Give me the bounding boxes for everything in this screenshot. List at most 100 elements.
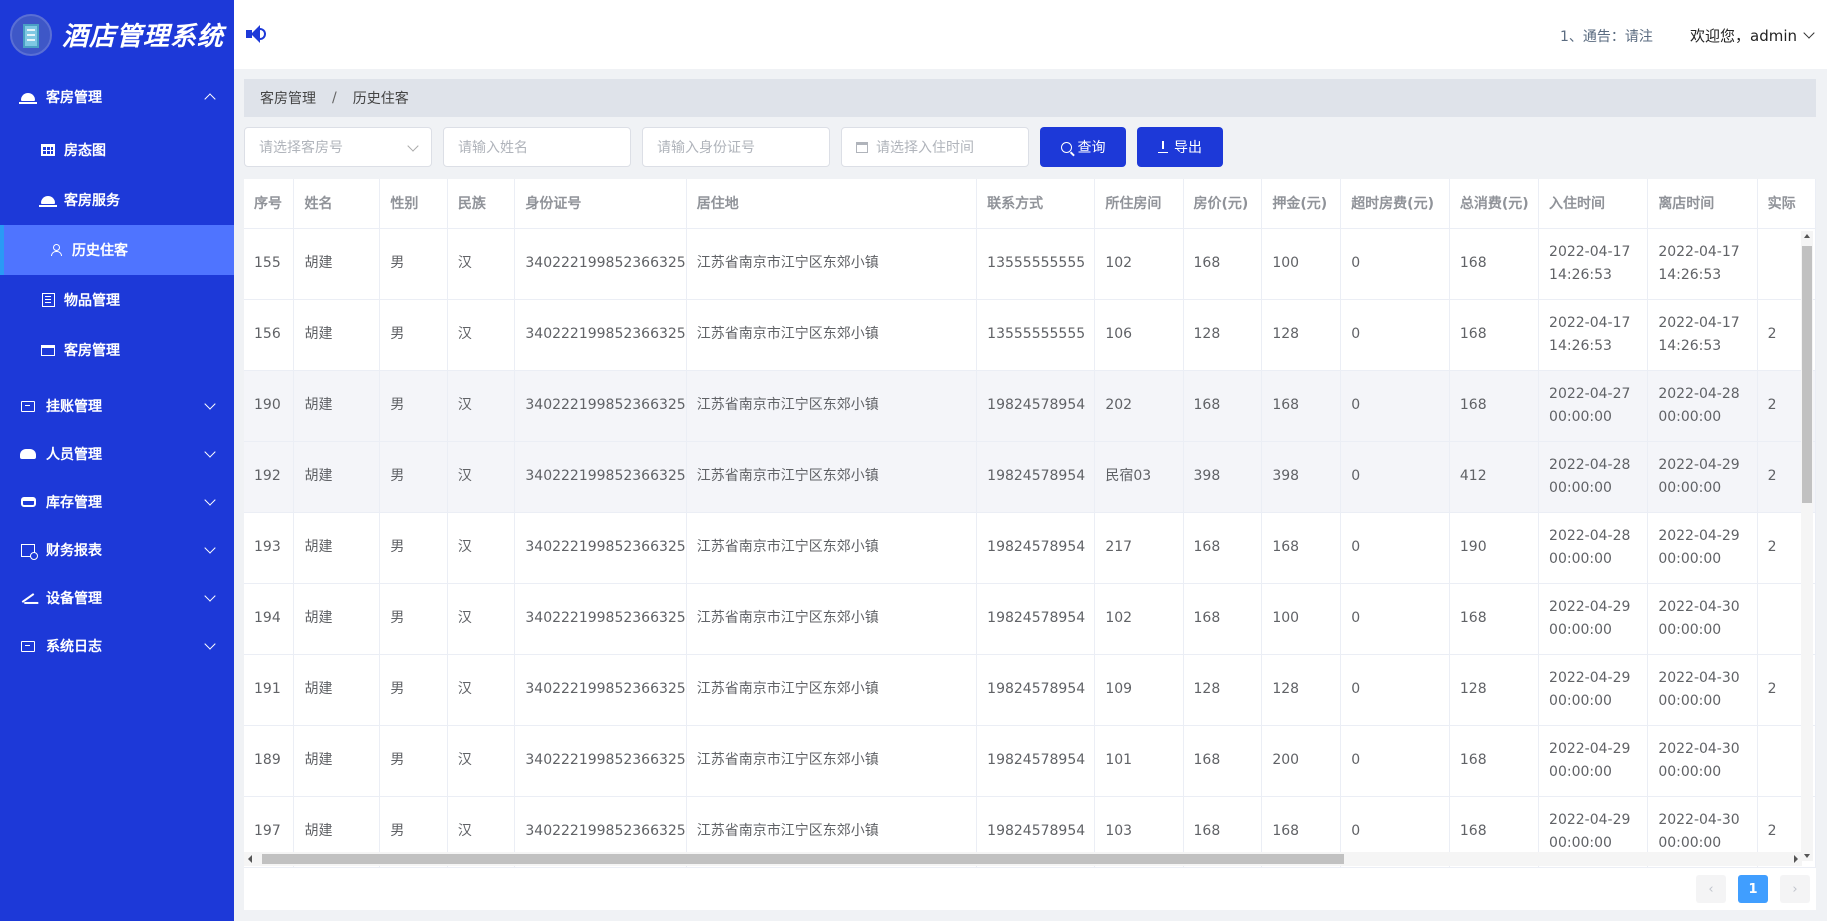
cell-text: 汉: [457, 255, 472, 271]
cell-text: 340222199852366325: [525, 539, 686, 555]
scroll-down-icon[interactable]: [1804, 854, 1810, 858]
cell-text: 2022-04-29 00:00:00: [1549, 740, 1631, 780]
table-cell: 19824578954: [976, 583, 1096, 655]
table-cell: 398: [1183, 441, 1263, 513]
cell-text: 340222199852366325: [525, 468, 686, 484]
cell-text: 190: [254, 397, 281, 413]
table-cell: 168: [1449, 299, 1540, 371]
app-title: 酒店管理系统: [62, 22, 225, 52]
horizontal-scrollbar[interactable]: [244, 852, 1802, 866]
table-cell: 胡建: [293, 441, 381, 513]
page-number-button[interactable]: 1: [1738, 875, 1768, 903]
table-cell: 男: [379, 370, 448, 442]
pagination-bar: ‹ 1 ›: [244, 868, 1816, 910]
id-number-input[interactable]: 请输入身份证号: [642, 127, 830, 167]
sidebar-menu: 客房管理 房态图 客房服务 历史住客 物品管理 客房管理 挂账管理 人员管理 库存管理 财务报表设…: [0, 69, 234, 674]
table-cell: 128: [1261, 654, 1342, 726]
table-cell: 106: [1094, 299, 1184, 371]
table-cell: 江苏省南京市江宁区东郊小镇: [686, 441, 978, 513]
chevron-down-icon: [204, 494, 216, 506]
scroll-left-icon[interactable]: [248, 855, 252, 863]
table-cell: 412: [1449, 441, 1540, 513]
cell-text: 168: [1193, 610, 1221, 626]
sidebar-item[interactable]: 物品管理: [0, 275, 234, 325]
table-cell: 民宿03: [1094, 441, 1184, 513]
table-header-row: 序号 姓名 性别 民族 身份证号 居住地 联系方式 所住房间 房价(元) 押金(元) 超时房费(元)…: [244, 179, 1816, 229]
table-cell: 江苏省南京市江宁区东郊小镇: [686, 725, 978, 797]
cell-text: 168: [1193, 397, 1221, 413]
scroll-up-icon[interactable]: [1804, 234, 1810, 238]
cell-text: 168: [1459, 752, 1487, 768]
cell-text: 男: [390, 823, 405, 839]
cell-text: 101: [1105, 752, 1133, 768]
table-cell: 2022-04-30 00:00:00: [1647, 654, 1758, 726]
sidebar-item[interactable]: 房态图: [0, 125, 234, 175]
table-row[interactable]: 193 胡建 男 汉 340222199852366325 江苏省南京市江宁区东郊小镇 19…: [244, 512, 1816, 584]
table-cell: 189: [244, 725, 295, 797]
user-dropdown[interactable]: 欢迎您，admin: [1690, 25, 1815, 46]
sidebar-item[interactable]: 历史住客: [0, 225, 234, 275]
cell-text: 男: [390, 539, 405, 555]
cell-text: 男: [390, 752, 405, 768]
query-button[interactable]: 查询: [1040, 127, 1126, 167]
name-input[interactable]: 请输入姓名: [443, 127, 631, 167]
cell-text: 2022-04-28 00:00:00: [1549, 527, 1631, 567]
cell-text: 胡建: [304, 397, 333, 413]
table-row[interactable]: 191 胡建 男 汉 340222199852366325 江苏省南京市江宁区东郊小镇 19…: [244, 654, 1816, 726]
horizontal-scroll-thumb[interactable]: [262, 854, 1344, 864]
cell-text: 202: [1105, 397, 1133, 413]
room-select[interactable]: 请选择客房号: [244, 127, 432, 167]
checkin-date-picker[interactable]: 请选择入住时间: [841, 127, 1029, 167]
scroll-right-icon[interactable]: [1794, 855, 1798, 863]
cell-text: 168: [1459, 610, 1487, 626]
table-cell: 男: [379, 512, 448, 584]
table-cell: 200: [1261, 725, 1342, 797]
table-cell: 168: [1449, 228, 1540, 300]
chevron-down-icon: [204, 446, 216, 458]
table-row[interactable]: 155 胡建 男 汉 340222199852366325 江苏省南京市江宁区东郊小镇 13…: [244, 228, 1816, 300]
cell-text: 0: [1351, 610, 1361, 626]
breadcrumb-root[interactable]: 客房管理: [260, 88, 316, 108]
cell-text: 0: [1351, 468, 1361, 484]
next-page-button[interactable]: ›: [1780, 875, 1810, 903]
table-cell: 19824578954: [976, 725, 1096, 797]
cell-text: 340222199852366325: [525, 752, 686, 768]
cell-text: 102: [1105, 610, 1133, 626]
cell-text: 340222199852366325: [525, 255, 686, 271]
sidebar-item[interactable]: 客房管理: [0, 325, 234, 375]
cell-text: 194: [254, 610, 281, 626]
table-cell: 191: [244, 654, 295, 726]
menu-group-header[interactable]: 客房管理: [0, 69, 234, 125]
cell-text: 128: [1193, 326, 1221, 342]
menu-group-header[interactable]: 系统日志: [0, 618, 234, 674]
sidebar-item[interactable]: 客房服务: [0, 175, 234, 225]
cell-text: 168: [1193, 539, 1221, 555]
cell-text: 106: [1105, 326, 1133, 342]
table-cell: 102: [1094, 583, 1184, 655]
table-cell: 胡建: [293, 583, 381, 655]
cell-text: 128: [1272, 681, 1300, 697]
grid-icon: [40, 142, 56, 158]
vertical-scroll-thumb[interactable]: [1802, 246, 1812, 503]
table-row[interactable]: 194 胡建 男 汉 340222199852366325 江苏省南京市江宁区东郊小镇 19…: [244, 583, 1816, 655]
menu-group: 系统日志: [0, 618, 234, 674]
table-row[interactable]: 190 胡建 男 汉 340222199852366325 江苏省南京市江宁区东郊小镇 19…: [244, 370, 1816, 442]
cell-text: 19824578954: [987, 681, 1086, 697]
cell-text: 200: [1272, 752, 1300, 768]
vertical-scrollbar[interactable]: [1801, 231, 1813, 861]
table-cell: 2022-04-29 00:00:00: [1538, 725, 1649, 797]
cell-text: 100: [1272, 610, 1300, 626]
table-cell: 2022-04-17 14:26:53: [1538, 228, 1649, 300]
prev-page-button[interactable]: ‹: [1696, 875, 1726, 903]
table-row[interactable]: 192 胡建 男 汉 340222199852366325 江苏省南京市江宁区东郊小镇 19…: [244, 441, 1816, 513]
table-row[interactable]: 189 胡建 男 汉 340222199852366325 江苏省南京市江宁区东郊小镇 19…: [244, 725, 1816, 797]
column-header: 总消费(元): [1449, 179, 1540, 229]
cell-text: 胡建: [304, 681, 333, 697]
cell-text: 胡建: [304, 539, 333, 555]
export-button[interactable]: 导出: [1137, 127, 1223, 167]
cell-text: 江苏省南京市江宁区东郊小镇: [696, 539, 879, 555]
table-row[interactable]: 156 胡建 男 汉 340222199852366325 江苏省南京市江宁区东郊小镇 13…: [244, 299, 1816, 371]
cell-text: 189: [254, 752, 281, 768]
building-icon: [40, 292, 56, 308]
query-button-label: 查询: [1077, 140, 1106, 156]
